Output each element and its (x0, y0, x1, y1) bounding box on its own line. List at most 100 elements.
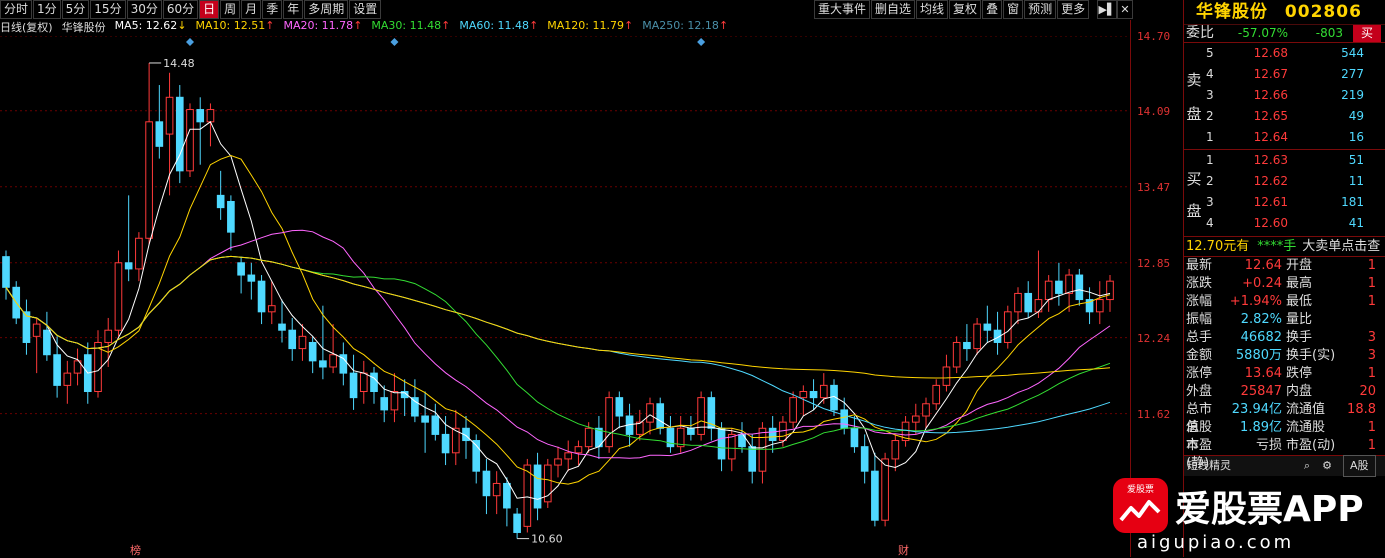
candle[interactable] (1003, 305, 1012, 349)
candle[interactable] (451, 409, 460, 466)
candle[interactable] (308, 336, 317, 374)
candle[interactable] (758, 422, 767, 484)
candle[interactable] (155, 85, 164, 159)
candle[interactable] (63, 360, 72, 404)
candle[interactable] (533, 452, 542, 521)
order-book-row[interactable]: 2 12.65 49 (1184, 106, 1385, 127)
period-tab[interactable]: 日 (199, 0, 220, 19)
candlestick-chart[interactable]: 14.48 10.60 (0, 36, 1130, 557)
candle[interactable] (615, 391, 624, 429)
candle[interactable] (124, 195, 133, 282)
candle[interactable] (73, 348, 82, 386)
event-tag-left[interactable]: 榜 (130, 542, 141, 558)
candle[interactable] (932, 379, 941, 410)
candle[interactable] (952, 336, 961, 374)
order-book-row[interactable]: 3 12.61 181 (1184, 192, 1385, 213)
candle[interactable] (94, 330, 102, 398)
candle[interactable] (186, 103, 194, 177)
period-tab[interactable]: 1分 (33, 0, 61, 19)
candle[interactable] (1055, 262, 1063, 306)
order-book-row[interactable]: 5 12.68 544 (1184, 43, 1385, 64)
candle[interactable] (22, 299, 31, 355)
period-tab[interactable]: 30分 (126, 0, 162, 19)
candle[interactable] (564, 440, 573, 472)
a-share-tab[interactable]: A股 (1343, 455, 1376, 477)
candle[interactable] (666, 416, 675, 453)
candle[interactable] (881, 452, 889, 527)
period-tab[interactable]: 季 (262, 0, 283, 19)
period-tab[interactable]: 周 (220, 0, 241, 19)
collapse-arrow-icon[interactable]: ▶▌ (1097, 0, 1117, 19)
candle[interactable] (114, 250, 123, 337)
tool-button[interactable]: 窗 (1003, 0, 1024, 19)
candle[interactable] (871, 452, 879, 527)
candle[interactable] (329, 324, 337, 374)
candle[interactable] (922, 397, 930, 429)
order-book-row[interactable]: 2 12.62 11 (1184, 171, 1385, 192)
candle[interactable] (1095, 281, 1104, 325)
candle[interactable] (595, 416, 603, 459)
candle[interactable] (421, 391, 429, 453)
candle[interactable] (431, 403, 440, 441)
close-icon[interactable]: ✕ (1117, 0, 1133, 19)
candle[interactable] (237, 256, 245, 294)
candle[interactable] (768, 416, 777, 453)
candle[interactable] (697, 391, 705, 441)
gear-icon[interactable]: ⚙ (1317, 456, 1337, 476)
candle[interactable] (319, 305, 327, 380)
candle[interactable] (513, 507, 521, 539)
buy-button[interactable]: 买 (1353, 25, 1381, 42)
candle[interactable] (400, 379, 409, 417)
big-sell-bar[interactable]: 12.70元有 ****手 大卖单点击查 (1184, 236, 1385, 256)
candle[interactable] (707, 391, 716, 441)
period-tab[interactable]: 5分 (61, 0, 90, 19)
candle[interactable] (196, 97, 205, 165)
candle[interactable] (676, 416, 685, 453)
candle[interactable] (727, 428, 736, 472)
period-tab[interactable]: 15分 (90, 0, 126, 19)
search-icon[interactable]: ⌕ (1297, 456, 1317, 476)
candle[interactable] (247, 262, 256, 300)
candle[interactable] (175, 85, 184, 184)
candle[interactable] (472, 434, 481, 484)
candle[interactable] (963, 324, 971, 361)
candle[interactable] (339, 342, 348, 386)
order-book-row[interactable]: 1 12.63 51 (1184, 150, 1385, 171)
candle[interactable] (860, 434, 869, 484)
candle[interactable] (298, 324, 307, 361)
tool-button[interactable]: 预测 (1024, 0, 1057, 19)
period-tab[interactable]: 多周期 (304, 0, 349, 19)
order-book-row[interactable]: 3 12.66 219 (1184, 85, 1385, 106)
tool-button[interactable]: 删自选 (871, 0, 916, 19)
candle[interactable] (165, 72, 174, 196)
candle[interactable] (227, 195, 235, 251)
candle[interactable] (359, 360, 368, 404)
candle[interactable] (973, 317, 981, 355)
candle[interactable] (911, 403, 920, 435)
candle[interactable] (370, 366, 378, 404)
tool-button[interactable]: 复权 (949, 0, 982, 19)
candle[interactable] (216, 170, 225, 220)
candle[interactable] (993, 311, 1002, 355)
candle[interactable] (574, 440, 583, 466)
candle[interactable] (43, 311, 51, 361)
candle[interactable] (32, 317, 41, 374)
candle[interactable] (135, 232, 143, 282)
tool-button[interactable]: 重大事件 (814, 0, 871, 19)
candle[interactable] (1024, 281, 1033, 318)
candle[interactable] (492, 471, 501, 515)
candle[interactable] (380, 385, 389, 423)
candle[interactable] (605, 391, 613, 453)
candle[interactable] (983, 305, 992, 343)
candle[interactable] (2, 250, 10, 300)
candle[interactable] (1075, 268, 1084, 306)
candle[interactable] (145, 62, 153, 245)
candle[interactable] (543, 458, 552, 508)
event-tag-right[interactable]: 财 (898, 542, 909, 558)
candle[interactable] (1034, 250, 1043, 318)
candle[interactable] (891, 434, 900, 472)
period-tab[interactable]: 设置 (349, 0, 382, 19)
candle[interactable] (1014, 287, 1022, 325)
candle[interactable] (942, 354, 951, 392)
candle[interactable] (554, 446, 562, 478)
